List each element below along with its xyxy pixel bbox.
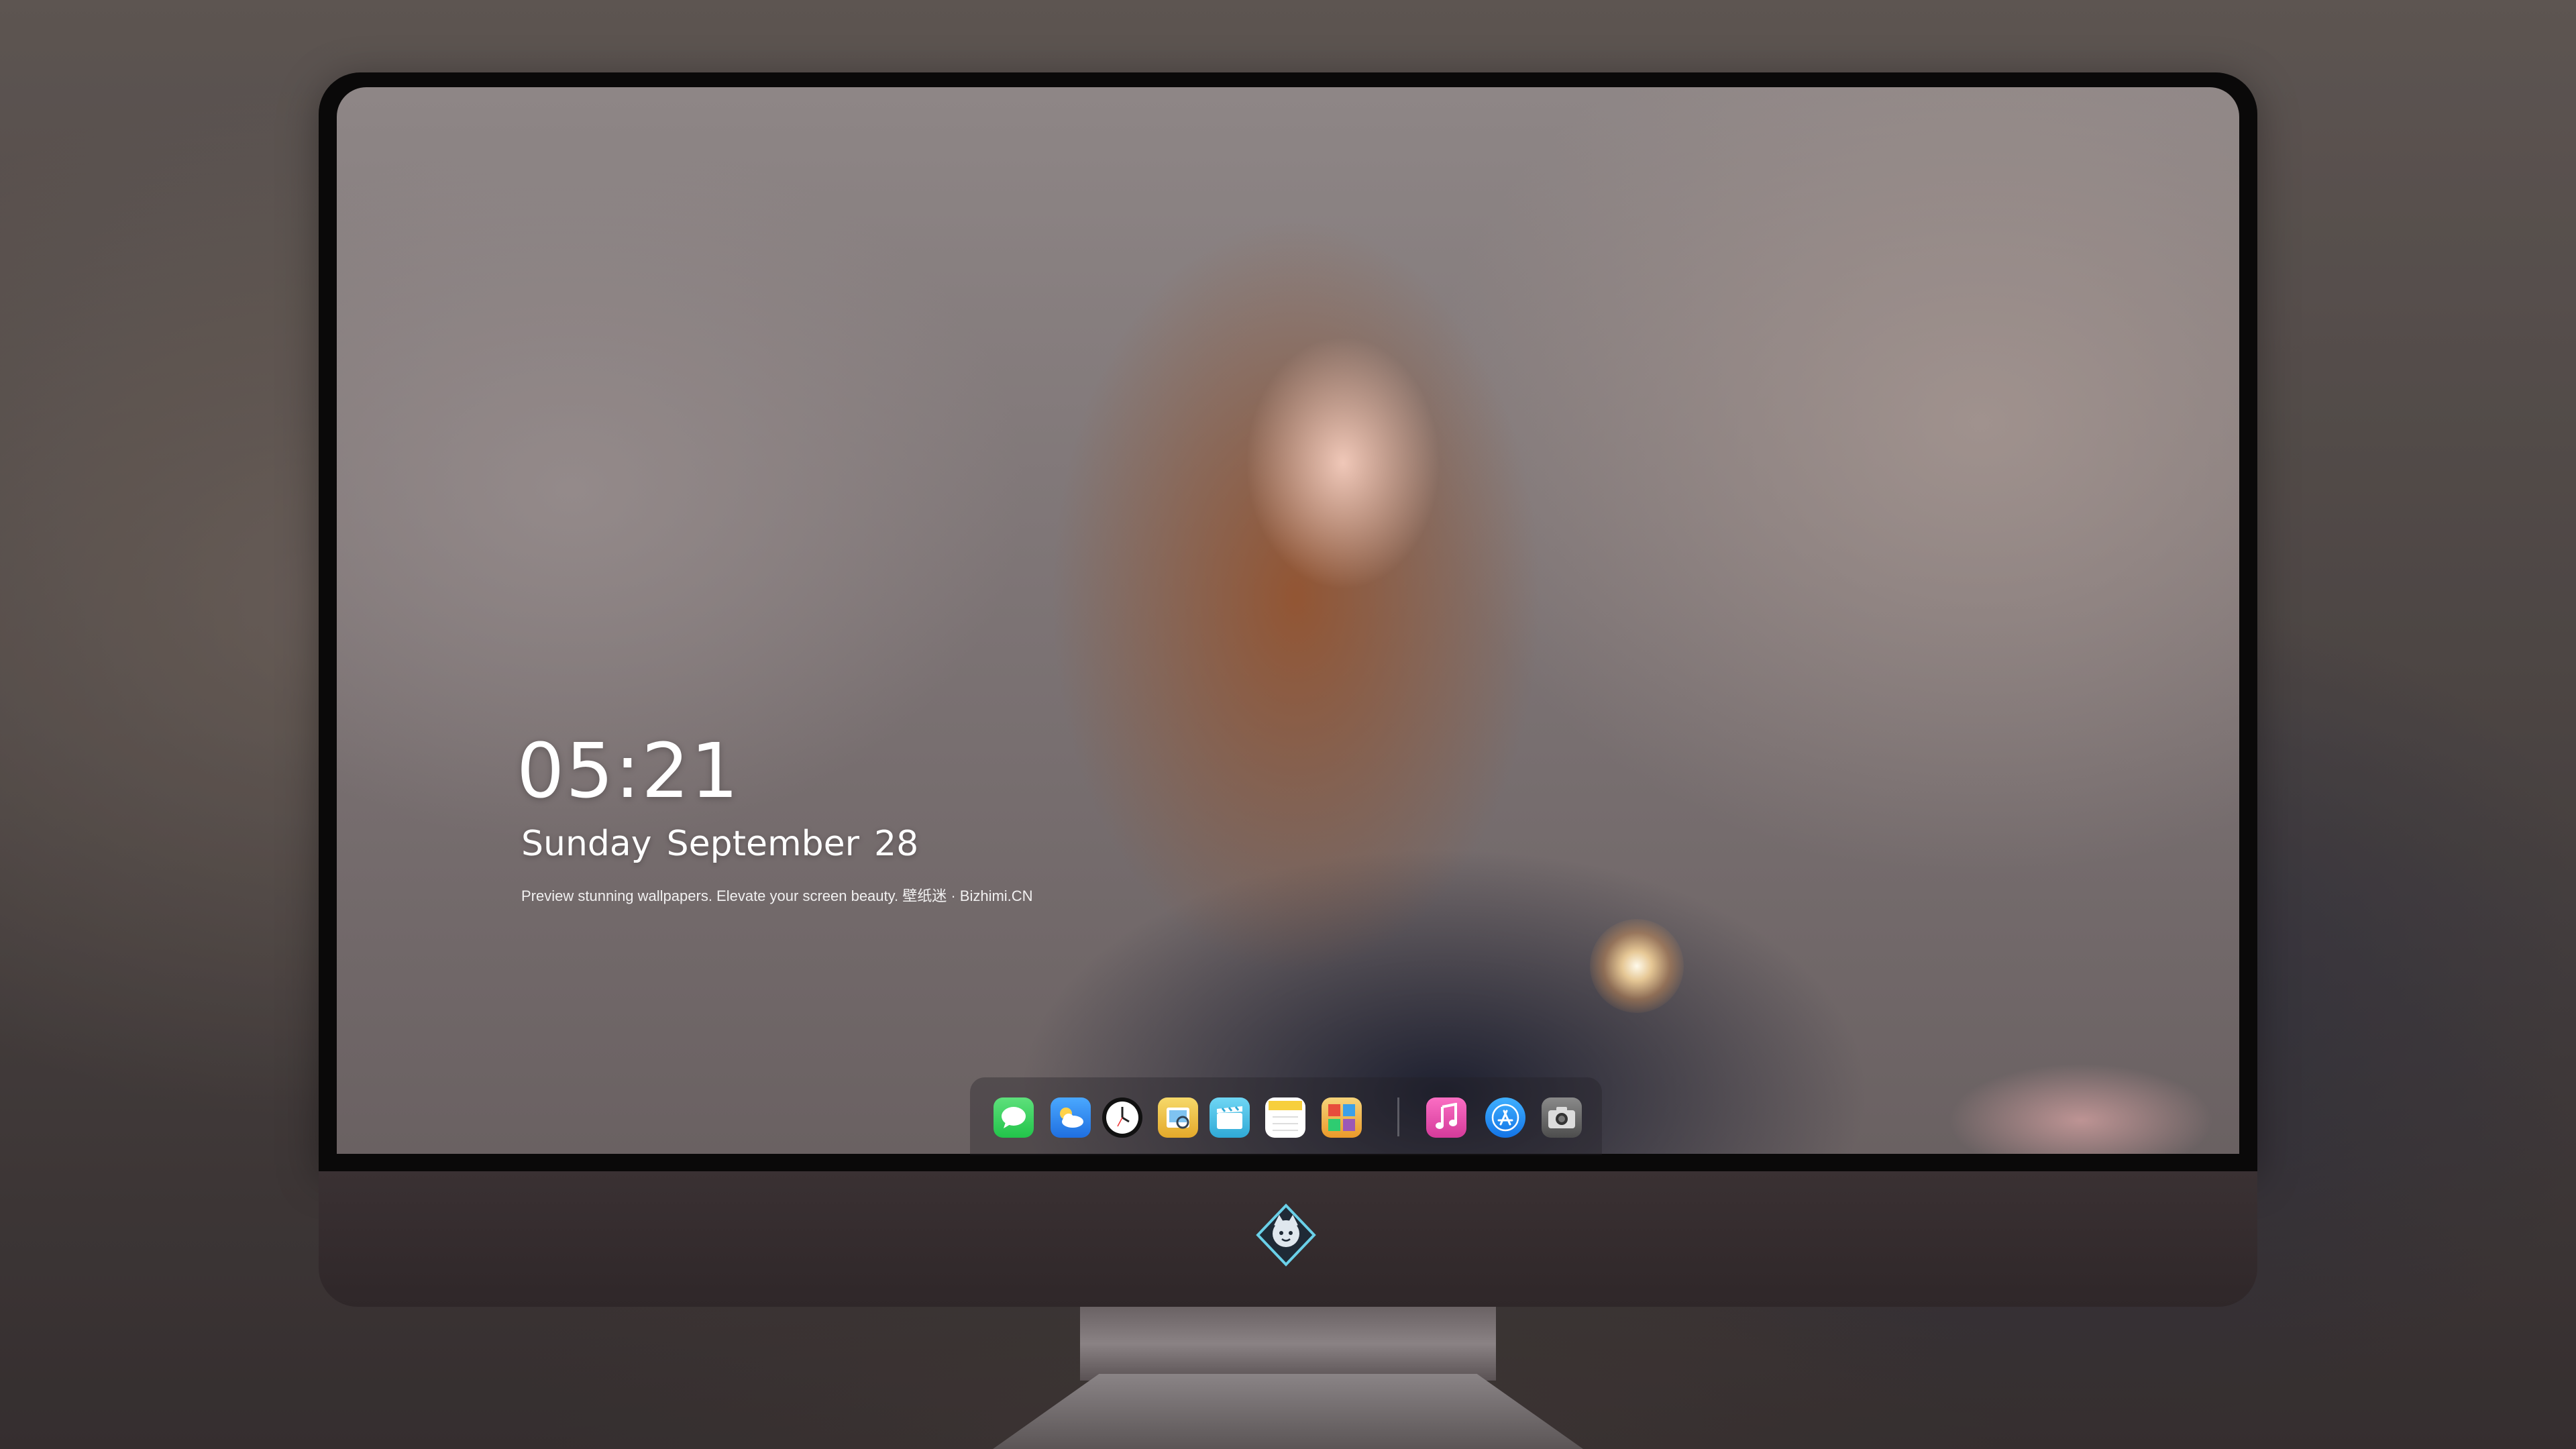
app-store-icon[interactable] — [1485, 1097, 1525, 1138]
monitor-stand-neck — [1080, 1307, 1496, 1381]
clips-icon[interactable] — [1210, 1097, 1250, 1138]
messages-icon[interactable] — [994, 1097, 1034, 1138]
photo-booth-icon[interactable] — [1322, 1097, 1362, 1138]
weather-icon[interactable] — [1051, 1097, 1091, 1138]
date-day: 28 — [874, 824, 919, 864]
wallpaper — [337, 87, 2239, 1154]
date-weekday: Sunday — [521, 824, 652, 864]
music-icon[interactable] — [1426, 1097, 1466, 1138]
clock-icon[interactable] — [1102, 1097, 1142, 1138]
dock-divider — [1397, 1097, 1399, 1136]
date-month: September — [666, 824, 859, 864]
notes-icon[interactable] — [1265, 1097, 1305, 1138]
lock-screen-date: Sunday September 28 — [521, 824, 918, 864]
brand-logo-icon — [1254, 1203, 1318, 1267]
sparkler-glow — [1590, 919, 1684, 1013]
preview-icon[interactable] — [1158, 1097, 1198, 1138]
wallpaper-tagline: Preview stunning wallpapers. Elevate you… — [521, 888, 1033, 904]
lock-screen-clock: 05:21 — [517, 728, 740, 815]
camera-icon[interactable] — [1542, 1097, 1582, 1138]
